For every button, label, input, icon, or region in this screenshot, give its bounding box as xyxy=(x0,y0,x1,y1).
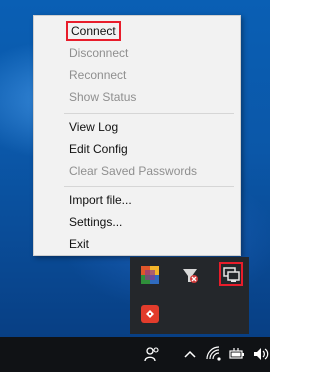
menu-item-reconnect[interactable]: Reconnect xyxy=(69,65,126,85)
wifi-icon[interactable] xyxy=(205,345,223,363)
menu-item-clear-saved-passwords[interactable]: Clear Saved Passwords xyxy=(69,161,197,181)
menu-item-import-file[interactable]: Import file... xyxy=(69,190,132,210)
menu-separator xyxy=(64,113,234,114)
people-icon[interactable] xyxy=(143,345,161,363)
volume-icon[interactable] xyxy=(252,345,270,363)
tray-overflow-panel xyxy=(130,257,249,334)
menu-item-connect[interactable]: Connect xyxy=(66,21,121,41)
menu-item-exit[interactable]: Exit xyxy=(69,234,89,254)
menu-separator xyxy=(64,186,234,187)
menu-item-settings[interactable]: Settings... xyxy=(69,212,122,232)
menu-item-connect-label: Connect xyxy=(66,21,121,41)
openvpn-gui-icon[interactable] xyxy=(219,262,243,286)
menu-item-disconnect[interactable]: Disconnect xyxy=(69,43,128,63)
colorful-app-icon[interactable] xyxy=(141,266,159,284)
menu-item-show-status[interactable]: Show Status xyxy=(69,87,136,107)
bandwidth-monitor-icon[interactable] xyxy=(181,266,199,284)
menu-item-view-log[interactable]: View Log xyxy=(69,117,118,137)
show-hidden-icons-chevron[interactable] xyxy=(181,345,199,363)
battery-icon[interactable] xyxy=(228,345,246,363)
menu-item-edit-config[interactable]: Edit Config xyxy=(69,139,128,159)
openvpn-context-menu: Connect Disconnect Reconnect Show Status… xyxy=(33,15,241,256)
taskbar xyxy=(0,337,270,372)
red-app-icon[interactable] xyxy=(141,305,159,323)
